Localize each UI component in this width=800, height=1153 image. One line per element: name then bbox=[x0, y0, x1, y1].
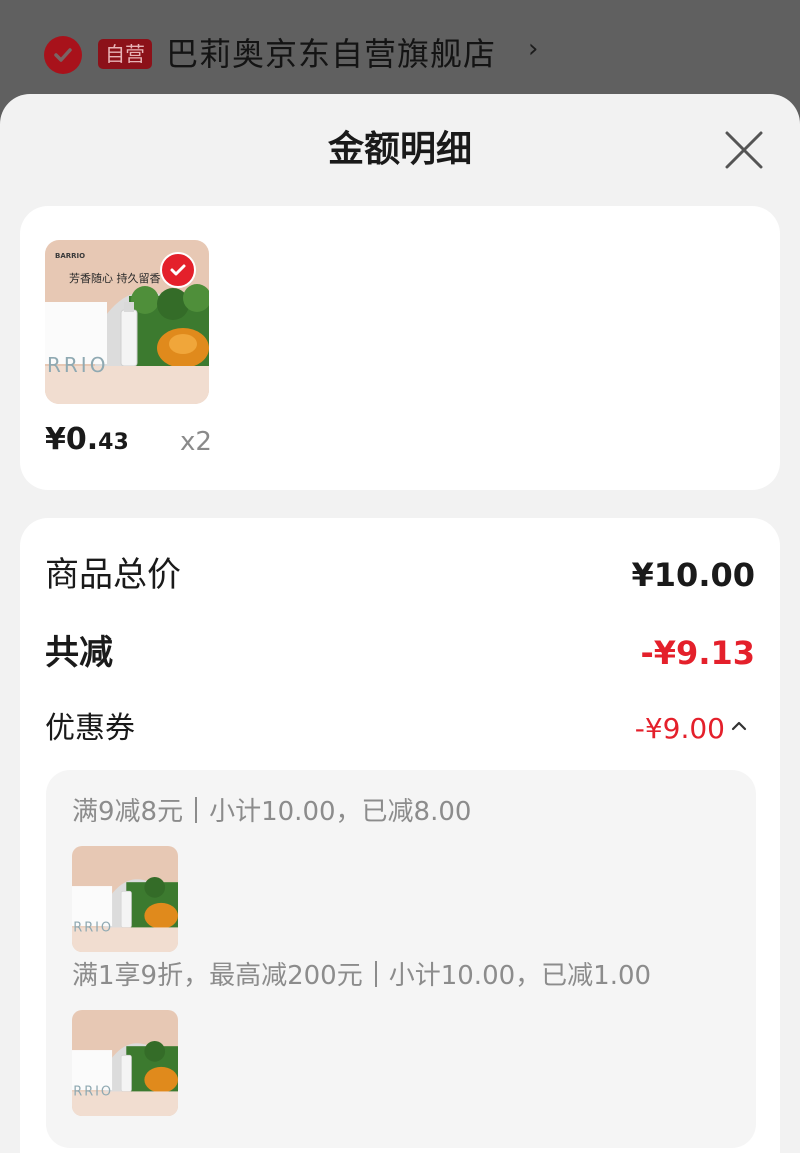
coupon-image-watermark: RRIO bbox=[73, 920, 113, 935]
coupon-row[interactable]: 优惠券 -¥9.00 bbox=[45, 704, 755, 754]
product-image-brand: BARRIO bbox=[55, 252, 85, 260]
coupon-rule-line: 满1享9折，最高减200元 小计10.00，已减1.00 bbox=[72, 956, 651, 996]
coupon-detail-panel: 满9减8元 小计10.00，已减8.00 RRIO 满1享9折，最高减200元 小计… bbox=[46, 770, 756, 1148]
amount-detail-sheet: 金额明细 BARRIO 芳香随心 持久留香 RRIO ¥0.43 x2 商品总价… bbox=[0, 94, 800, 1153]
coupon-rule-line: 满9减8元 小计10.00，已减8.00 bbox=[72, 792, 471, 832]
coupon-image-watermark: RRIO bbox=[73, 1084, 113, 1099]
divider bbox=[195, 797, 198, 823]
total-price-value: ¥10.00 bbox=[631, 556, 755, 594]
price-summary-card: 商品总价 ¥10.00 共减 -¥9.13 优惠券 -¥9.00 满9减8元 小计… bbox=[20, 518, 780, 1153]
total-price-label: 商品总价 bbox=[45, 555, 181, 595]
coupon-product-image: RRIO bbox=[72, 1010, 178, 1116]
total-discount-label: 共减 bbox=[45, 633, 113, 673]
chevron-up-icon[interactable] bbox=[729, 716, 749, 736]
store-arrow-icon[interactable]: › bbox=[528, 34, 538, 64]
product-selected-check-icon[interactable] bbox=[160, 252, 196, 288]
store-check-icon bbox=[44, 36, 82, 74]
coupon-detail: 小计10.00，已减1.00 bbox=[388, 961, 652, 991]
product-quantity: x2 bbox=[180, 427, 212, 457]
coupon-rule: 满1享9折，最高减200元 bbox=[72, 961, 363, 991]
coupon-label: 优惠券 bbox=[45, 711, 135, 746]
price-integer: 0. bbox=[65, 422, 99, 457]
coupon-product-image: RRIO bbox=[72, 846, 178, 952]
store-name[interactable]: 巴莉奥京东自营旗舰店 bbox=[166, 30, 496, 78]
product-card: BARRIO 芳香随心 持久留香 RRIO ¥0.43 x2 bbox=[20, 206, 780, 490]
coupon-value: -¥9.00 bbox=[634, 712, 725, 745]
product-image-watermark: RRIO bbox=[47, 353, 108, 377]
coupon-rule: 满9减8元 bbox=[72, 797, 184, 827]
close-button[interactable] bbox=[722, 128, 766, 172]
product-price: ¥0.43 bbox=[45, 420, 129, 463]
price-currency: ¥ bbox=[45, 422, 66, 457]
coupon-detail: 小计10.00，已减8.00 bbox=[209, 797, 472, 827]
total-discount-row: 共减 -¥9.13 bbox=[45, 628, 755, 678]
sheet-title: 金额明细 bbox=[327, 129, 472, 170]
total-price-row: 商品总价 ¥10.00 bbox=[45, 550, 755, 600]
close-icon bbox=[725, 131, 763, 169]
self-operated-badge: 自营 bbox=[98, 39, 152, 69]
product-image-slogan: 芳香随心 持久留香 bbox=[69, 271, 161, 285]
total-discount-value: -¥9.13 bbox=[640, 634, 756, 672]
divider bbox=[374, 961, 377, 987]
price-decimal: 43 bbox=[98, 430, 129, 455]
